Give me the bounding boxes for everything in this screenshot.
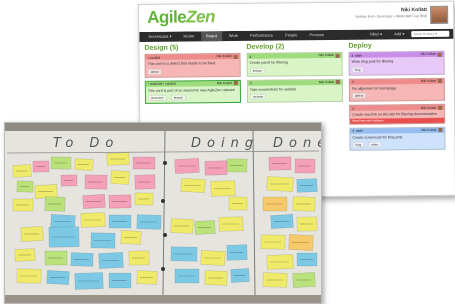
card-text: Create screencast for blog post (352, 135, 403, 140)
column-title: Develop (2) (246, 43, 342, 51)
card-text: Write blog post for filtering (351, 59, 394, 64)
nav-tab-work[interactable]: Work (224, 31, 243, 41)
magnet-icon (163, 233, 167, 237)
ceiling-band (5, 123, 321, 131)
card-tag[interactable]: blog (351, 66, 364, 73)
story-card[interactable]: 4 Niki Kollatt Create panel for filtering f… (246, 51, 343, 77)
card-text: Fix alignment on homepage (351, 85, 397, 91)
column-count: (5) (169, 44, 179, 52)
nav-tab-board[interactable]: Board (201, 31, 222, 42)
column-title: Deploy (348, 42, 444, 50)
project-menu[interactable]: Screencast ▾ (143, 32, 176, 42)
column-header-2: Done (273, 136, 321, 151)
add-menu[interactable]: Add ▾ (389, 29, 409, 39)
card-owner: Niki Kollatt (421, 105, 443, 110)
card-tag[interactable]: feature (249, 67, 266, 74)
column-name: Design (144, 44, 170, 52)
nav-tab-process[interactable]: Process (304, 30, 329, 40)
card-id: 4 ·wide (352, 128, 363, 134)
magnet-icon (161, 267, 165, 271)
user-info: Niki Kollatt Nicklas Koll • Developer • … (355, 7, 427, 19)
card-id: • readsAsl • cardsId (147, 81, 176, 86)
whiteboard-photo: To Do Doing Done (4, 122, 322, 304)
owner-avatar-icon (438, 105, 443, 110)
blocked-reason: Need new wiki instance (350, 117, 445, 124)
owner-avatar-icon (335, 80, 340, 85)
avatar[interactable] (430, 5, 449, 24)
nav-tab-performance[interactable]: Performance (245, 31, 278, 41)
card-text: This card is a defect that needs to be f… (147, 61, 217, 66)
agilezen-header: AgileZen Niki Kollatt Nicklas Koll • Dev… (139, 1, 454, 32)
card-owner: Niki Kollatt (216, 54, 238, 59)
card-id: 4 ·wide (351, 53, 362, 58)
owner-avatar-icon (335, 53, 340, 58)
owner-avatar-icon (438, 128, 443, 133)
owner-avatar-icon (437, 52, 442, 57)
card-owner: Niki Kollatt (420, 52, 442, 57)
card-owner: Niki Kollatt (217, 81, 238, 85)
card-tag[interactable]: awesome (147, 94, 167, 102)
card-id: 4 (249, 54, 252, 59)
card-text: Take screenshots for website (249, 86, 297, 92)
story-card[interactable]: 4 ·wide Niki Kollatt Create screencast for… (349, 126, 446, 152)
story-card[interactable]: 4 Niki Kollatt Fix alignment on homepage de… (348, 77, 446, 102)
owner-avatar-icon (437, 78, 442, 84)
column-title: Design (5) (144, 44, 240, 52)
story-card[interactable]: • cardsId Niki Kollatt This card is a defe… (144, 52, 241, 78)
card-id: • cardsId (147, 55, 161, 60)
card-text: Create panel for filtering (249, 60, 289, 65)
column-header-0: To Do (53, 136, 119, 151)
card-id: 4 (249, 80, 252, 85)
story-card[interactable]: 4 Niki Kollatt Take screenshots for websit… (246, 78, 344, 104)
column-deploy: Deploy 4 ·wide Niki Kollatt Write blog pos… (348, 42, 446, 154)
owner-avatar-icon (233, 81, 238, 86)
column-name: Develop (246, 43, 276, 51)
card-tag[interactable]: feature (170, 94, 187, 101)
agilezen-logo: AgileZen (147, 7, 216, 27)
user-subtitle: Nicklas Koll • Developer • NikiKollatt C… (355, 13, 428, 19)
card-tag[interactable]: website (249, 93, 267, 101)
card-tag[interactable]: defect (351, 92, 367, 99)
magnet-icon (163, 161, 167, 165)
nav-tab-people[interactable]: People (280, 30, 303, 40)
card-id: 4 (351, 79, 354, 84)
floor-band (5, 295, 321, 303)
column-name: Deploy (348, 42, 372, 50)
story-card[interactable]: 4 ·wide Niki Kollatt Write blog post for f… (348, 50, 445, 76)
whiteboard-image: To Do Doing Done (5, 123, 321, 303)
column-count: (2) (275, 43, 285, 51)
card-tag[interactable]: video (368, 141, 382, 148)
card-owner: Niki Kollatt (319, 80, 340, 84)
user-name[interactable]: Niki Kollatt (355, 7, 427, 14)
card-tag[interactable]: defect (147, 68, 162, 75)
column-header-1: Doing (191, 136, 259, 151)
story-card[interactable]: 4 Niki Kollatt Create new link on the wiki… (349, 103, 446, 125)
card-id: 4 (352, 106, 354, 111)
nav-tab-home[interactable]: Home (178, 31, 199, 41)
card-owner: Niki Kollatt (421, 79, 442, 83)
story-card[interactable]: • readsAsl • cardsId Niki Kollatt This car… (144, 79, 242, 105)
owner-avatar-icon (233, 54, 238, 59)
jump-to-story-input[interactable]: Jump to story ▾ (411, 30, 450, 38)
filter-menu[interactable]: Filter ▾ (365, 29, 387, 39)
magnet-icon (161, 199, 165, 203)
card-owner: Niki Kollatt (318, 53, 340, 58)
card-text: This card is part of an awesome new Agil… (147, 87, 236, 93)
card-tag[interactable]: blog (352, 142, 365, 149)
card-owner: Niki Kollatt (421, 128, 443, 133)
